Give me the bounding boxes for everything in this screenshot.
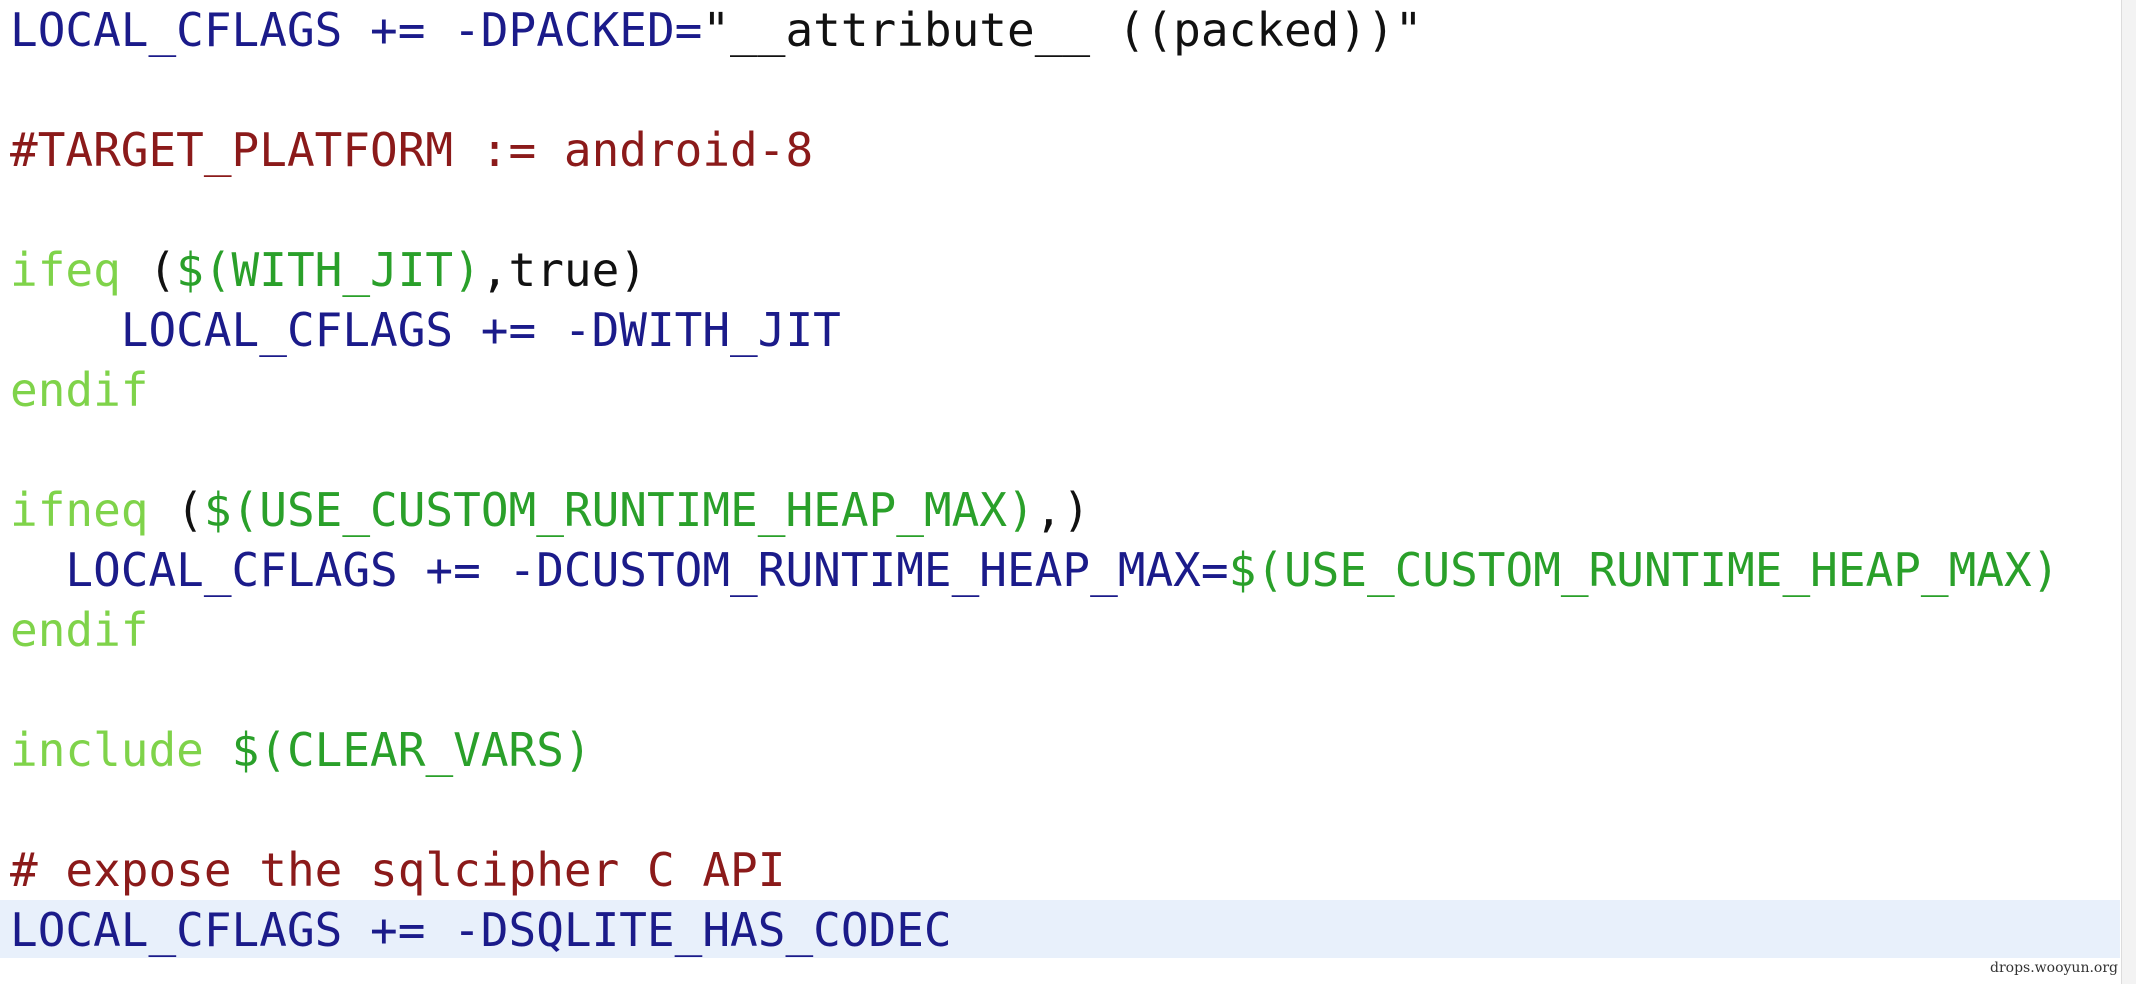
- code-editor[interactable]: LOCAL_CFLAGS += -DPACKED="__attribute__ …: [0, 0, 2136, 984]
- editor-right-margin: [2121, 0, 2136, 984]
- code-line[interactable]: [10, 780, 2059, 840]
- code-token: LOCAL_CFLAGS += -DPACKED=: [10, 3, 703, 57]
- code-line[interactable]: [10, 60, 2059, 120]
- code-token: $(WITH_JIT): [176, 243, 481, 297]
- code-token: endif: [10, 603, 149, 657]
- code-token: endif: [10, 363, 149, 417]
- code-token: (: [148, 483, 204, 537]
- code-token: (: [120, 243, 177, 297]
- code-token: # expose the sqlcipher C API: [10, 843, 786, 897]
- code-line[interactable]: LOCAL_CFLAGS += -DPACKED="__attribute__ …: [10, 0, 2059, 60]
- code-line[interactable]: endif: [10, 600, 2059, 660]
- code-line[interactable]: ifneq ($(USE_CUSTOM_RUNTIME_HEAP_MAX),): [10, 480, 2059, 540]
- code-area[interactable]: LOCAL_CFLAGS += -DPACKED="__attribute__ …: [10, 0, 2059, 960]
- code-token: $(CLEAR_VARS): [231, 723, 592, 777]
- code-token: ,): [1034, 483, 1091, 537]
- code-token: LOCAL_CFLAGS += -DSQLITE_HAS_CODEC: [10, 903, 952, 957]
- code-line[interactable]: [10, 660, 2059, 720]
- code-line[interactable]: endif: [10, 360, 2059, 420]
- code-line[interactable]: #TARGET_PLATFORM := android-8: [10, 120, 2059, 180]
- code-line[interactable]: LOCAL_CFLAGS += -DWITH_JIT: [10, 300, 2059, 360]
- code-token: include: [10, 723, 204, 777]
- code-token: LOCAL_CFLAGS += -DWITH_JIT: [10, 303, 841, 357]
- code-line[interactable]: # expose the sqlcipher C API: [10, 840, 2059, 900]
- code-token: "__attribute__ ((packed))": [702, 3, 1423, 57]
- code-line[interactable]: [10, 420, 2059, 480]
- code-line[interactable]: LOCAL_CFLAGS += -DSQLITE_HAS_CODEC: [10, 900, 2059, 960]
- code-line[interactable]: include $(CLEAR_VARS): [10, 720, 2059, 780]
- watermark: drops.wooyun.org: [1990, 960, 2118, 976]
- code-token: LOCAL_CFLAGS += -DCUSTOM_RUNTIME_HEAP_MA…: [10, 543, 1229, 597]
- code-token: ,true): [480, 243, 647, 297]
- code-line[interactable]: ifeq ($(WITH_JIT),true): [10, 240, 2059, 300]
- code-line[interactable]: [10, 180, 2059, 240]
- code-line[interactable]: LOCAL_CFLAGS += -DCUSTOM_RUNTIME_HEAP_MA…: [10, 540, 2059, 600]
- code-token: ifeq: [10, 243, 121, 297]
- code-token: #TARGET_PLATFORM := android-8: [10, 123, 814, 177]
- code-token: $(USE_CUSTOM_RUNTIME_HEAP_MAX): [1228, 543, 2060, 597]
- code-token: $(USE_CUSTOM_RUNTIME_HEAP_MAX): [203, 483, 1035, 537]
- code-token: ifneq: [10, 483, 149, 537]
